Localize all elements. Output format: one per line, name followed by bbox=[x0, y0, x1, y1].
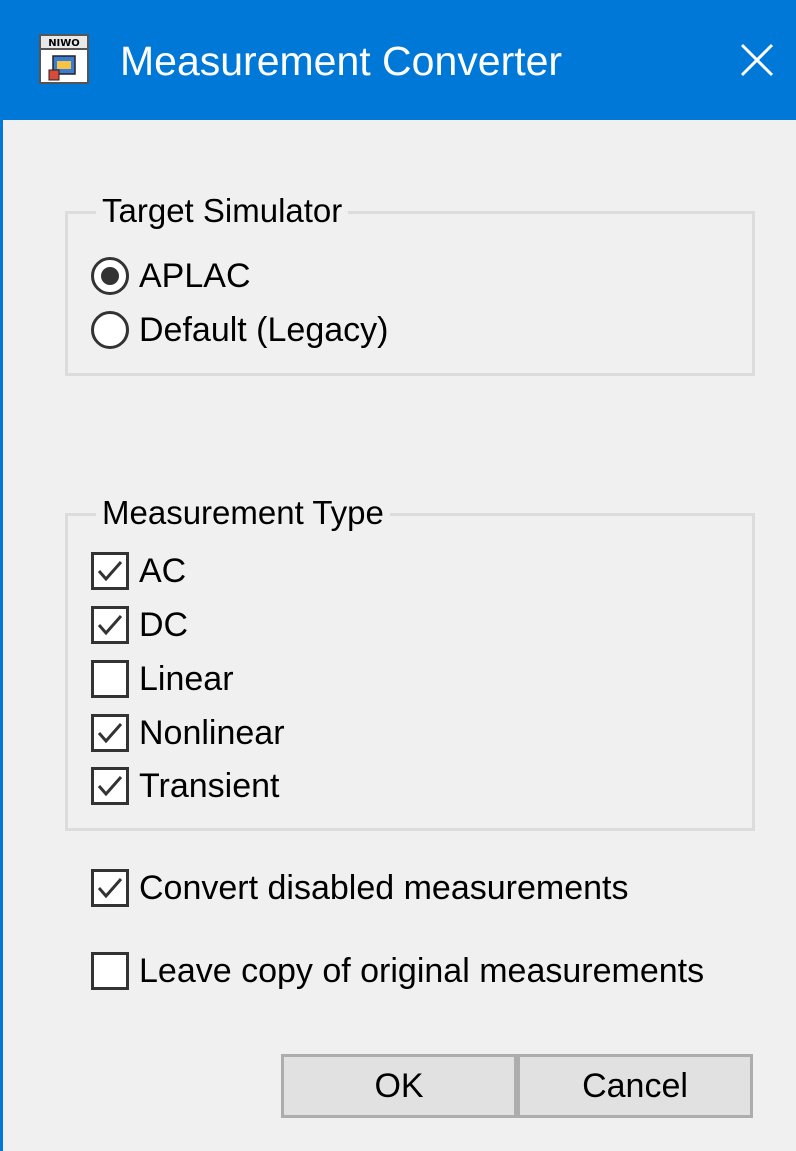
radio-default-legacy[interactable]: Default (Legacy) bbox=[91, 309, 388, 351]
checkbox-linear[interactable]: Linear bbox=[91, 658, 234, 700]
checkbox-label: AC bbox=[139, 552, 187, 590]
app-icon-text: NIWO bbox=[48, 38, 80, 49]
close-button[interactable] bbox=[715, 0, 796, 120]
target-simulator-label: Target Simulator bbox=[96, 190, 349, 232]
checkmark-icon bbox=[97, 615, 123, 636]
checkbox-dc[interactable]: DC bbox=[91, 604, 188, 646]
cancel-button[interactable]: Cancel bbox=[517, 1054, 753, 1118]
checkbox[interactable] bbox=[91, 767, 129, 805]
ok-button[interactable]: OK bbox=[281, 1054, 517, 1118]
close-icon bbox=[740, 43, 774, 77]
checkmark-icon bbox=[97, 723, 123, 744]
checkbox[interactable] bbox=[91, 660, 129, 698]
checkbox-leave-copy[interactable]: Leave copy of original measurements bbox=[91, 950, 704, 992]
radio-aplac[interactable]: APLAC bbox=[91, 255, 251, 297]
checkbox[interactable] bbox=[91, 952, 129, 990]
title-bar: NIWO Measurement Converter bbox=[3, 0, 796, 120]
checkbox-label: Linear bbox=[139, 660, 234, 698]
checkmark-icon bbox=[97, 776, 123, 797]
window-title: Measurement Converter bbox=[120, 38, 563, 84]
radio-selected-dot bbox=[101, 267, 119, 285]
checkmark-icon bbox=[97, 561, 123, 582]
radio-label: APLAC bbox=[139, 257, 251, 295]
radio-button[interactable] bbox=[91, 257, 129, 295]
checkbox[interactable] bbox=[91, 552, 129, 590]
checkbox-transient[interactable]: Transient bbox=[91, 765, 279, 807]
radio-label: Default (Legacy) bbox=[139, 311, 389, 349]
checkbox[interactable] bbox=[91, 606, 129, 644]
checkbox-label: Convert disabled measurements bbox=[139, 869, 629, 907]
checkbox-nonlinear[interactable]: Nonlinear bbox=[91, 712, 285, 754]
measurement-converter-dialog: NIWO Measurement Converter Target Simula… bbox=[0, 0, 796, 1151]
checkbox[interactable] bbox=[91, 714, 129, 752]
app-icon: NIWO bbox=[39, 34, 89, 84]
checkbox-label: DC bbox=[139, 606, 189, 644]
checkmark-icon bbox=[97, 878, 123, 899]
checkbox-label: Transient bbox=[139, 767, 280, 805]
checkbox-label: Leave copy of original measurements bbox=[139, 952, 705, 990]
measurement-type-label: Measurement Type bbox=[96, 492, 390, 534]
checkbox-label: Nonlinear bbox=[139, 714, 285, 752]
radio-button[interactable] bbox=[91, 311, 129, 349]
checkbox-ac[interactable]: AC bbox=[91, 550, 186, 592]
checkbox[interactable] bbox=[91, 869, 129, 907]
checkbox-convert-disabled[interactable]: Convert disabled measurements bbox=[91, 867, 628, 909]
